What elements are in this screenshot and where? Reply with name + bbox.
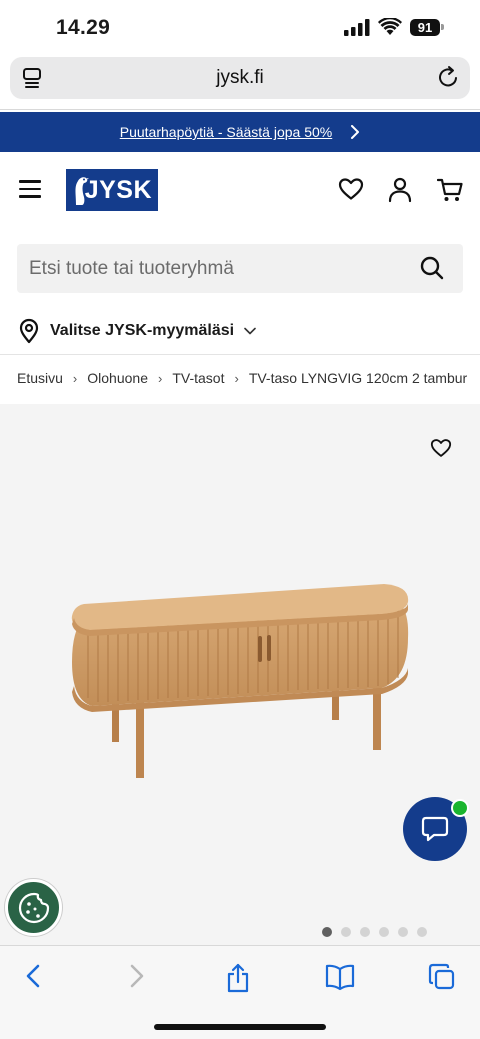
breadcrumb-item[interactable]: Olohuone — [87, 370, 148, 386]
carousel-dots — [322, 927, 427, 937]
status-bar: 14.29 91 — [0, 0, 480, 56]
product-image — [71, 584, 409, 778]
breadcrumb-item[interactable]: TV-tasot — [172, 370, 224, 386]
breadcrumb-separator-icon: › — [234, 370, 239, 386]
online-status-badge — [451, 799, 469, 817]
cookie-settings-button[interactable] — [5, 879, 62, 936]
cookie-icon — [18, 892, 49, 923]
breadcrumb-separator-icon: › — [157, 370, 163, 386]
chevron-right-icon — [351, 125, 360, 139]
product-image-gallery[interactable] — [0, 404, 480, 945]
chat-button[interactable] — [403, 797, 469, 861]
breadcrumb: Etusivu › Olohuone › TV-tasot › TV-taso … — [17, 370, 480, 386]
page-menu-icon[interactable] — [22, 66, 44, 90]
carousel-dot[interactable] — [322, 927, 332, 937]
menu-icon[interactable] — [19, 180, 41, 198]
promo-banner[interactable]: Puutarhapöytiä - Säästä jopa 50% — [0, 112, 480, 152]
site-header: JYSK — [0, 152, 480, 228]
home-indicator — [154, 1024, 326, 1030]
store-label[interactable]: Valitse JYSK-myymäläsi — [50, 322, 234, 340]
url-text[interactable]: jysk.fi — [216, 67, 264, 89]
breadcrumb-separator-icon: › — [72, 370, 78, 386]
cart-icon[interactable] — [437, 177, 463, 203]
heart-icon[interactable] — [338, 177, 364, 201]
search-input[interactable] — [17, 244, 397, 293]
logo-bird-icon — [75, 177, 89, 205]
tabs-icon[interactable] — [428, 963, 456, 991]
account-icon[interactable] — [388, 177, 412, 203]
browser-address-bar[interactable]: jysk.fi — [10, 57, 470, 99]
favorite-icon[interactable] — [430, 438, 452, 458]
carousel-dot[interactable] — [417, 927, 427, 937]
promo-link[interactable]: Puutarhapöytiä - Säästä jopa 50% — [120, 124, 332, 140]
breadcrumb-current: TV-taso LYNGVIG 120cm 2 tambur — [248, 370, 468, 386]
carousel-dot[interactable] — [379, 927, 389, 937]
wifi-icon — [378, 18, 402, 35]
breadcrumb-item[interactable]: Etusivu — [17, 370, 63, 386]
store-selector[interactable]: Valitse JYSK-myymäläsi — [18, 318, 256, 344]
back-icon[interactable] — [24, 963, 42, 989]
search-bar — [17, 244, 463, 293]
jysk-logo[interactable]: JYSK — [66, 169, 158, 211]
chevron-down-icon — [244, 327, 256, 335]
carousel-dot[interactable] — [360, 927, 370, 937]
carousel-dot[interactable] — [341, 927, 351, 937]
bookmarks-icon[interactable] — [325, 963, 355, 991]
logo-text: JYSK — [84, 175, 152, 204]
location-pin-icon — [19, 318, 39, 344]
divider — [0, 109, 480, 110]
battery-icon: 91 — [410, 18, 444, 36]
divider — [0, 354, 480, 355]
search-icon[interactable] — [420, 256, 444, 280]
forward-icon — [130, 964, 144, 988]
reload-icon[interactable] — [438, 65, 460, 89]
share-icon[interactable] — [225, 963, 251, 993]
status-time: 14.29 — [56, 16, 111, 39]
status-icons: 91 — [344, 18, 444, 36]
battery-level: 91 — [410, 18, 440, 36]
chat-bubble-icon — [421, 816, 449, 842]
signal-icon — [344, 18, 370, 36]
carousel-dot[interactable] — [398, 927, 408, 937]
